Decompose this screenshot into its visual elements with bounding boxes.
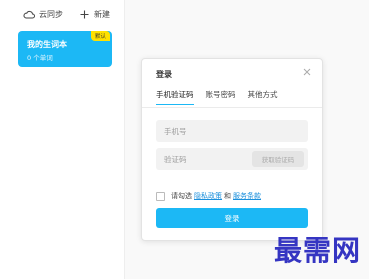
login-dialog: 登录 手机验证码 账号密码 其他方式 获取验证码 请勾选 隐私政策 和 服务条款… <box>141 58 323 241</box>
plus-icon <box>77 8 91 20</box>
new-button[interactable]: 新建 <box>77 8 110 20</box>
sidebar: 云同步 新建 我的生词本 0 个单词 默认 <box>0 0 125 279</box>
new-label: 新建 <box>94 9 110 19</box>
notebook-card[interactable]: 我的生词本 0 个单词 默认 <box>18 31 112 67</box>
agreement-row: 请勾选 隐私政策 和 服务条款 <box>156 191 263 201</box>
get-code-button[interactable]: 获取验证码 <box>252 151 304 167</box>
and-text: 和 <box>224 192 231 200</box>
phone-input[interactable] <box>156 120 308 142</box>
tab-other-methods[interactable]: 其他方式 <box>248 89 278 105</box>
tab-sms-code[interactable]: 手机验证码 <box>156 89 194 105</box>
tab-divider <box>142 107 322 108</box>
watermark-text: 最需网 <box>273 234 361 267</box>
login-tabs: 手机验证码 账号密码 其他方式 <box>156 89 290 105</box>
code-input[interactable] <box>156 148 246 170</box>
sidebar-toolbar: 云同步 新建 <box>22 8 124 20</box>
login-button[interactable]: 登录 <box>156 208 308 228</box>
agree-checkbox[interactable] <box>156 191 165 201</box>
cloud-sync-button[interactable]: 云同步 <box>22 8 63 20</box>
notebook-word-count: 0 个单词 <box>27 54 53 62</box>
close-icon[interactable] <box>302 67 312 77</box>
terms-of-service-link[interactable]: 服务条款 <box>233 191 261 201</box>
cloud-icon <box>22 8 36 20</box>
cloud-sync-label: 云同步 <box>39 9 63 19</box>
agree-prefix-text: 请勾选 <box>171 192 192 200</box>
default-badge: 默认 <box>90 31 110 41</box>
tab-account-password[interactable]: 账号密码 <box>206 89 236 105</box>
privacy-policy-link[interactable]: 隐私政策 <box>194 191 222 201</box>
dialog-title: 登录 <box>156 70 172 79</box>
notebook-title: 我的生词本 <box>27 40 67 49</box>
